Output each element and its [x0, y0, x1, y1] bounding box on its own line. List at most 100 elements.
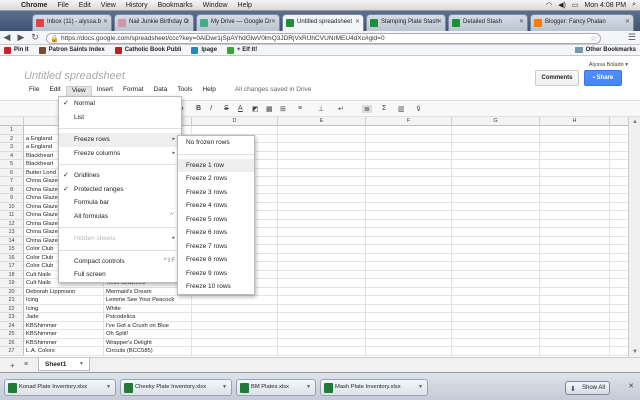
- table-cell[interactable]: [610, 126, 628, 135]
- table-cell[interactable]: [540, 270, 610, 279]
- table-cell[interactable]: [366, 262, 452, 271]
- download-item[interactable]: BM Plates.xlsx ▼: [236, 379, 316, 396]
- table-cell[interactable]: [366, 321, 452, 330]
- table-cell[interactable]: [452, 253, 540, 262]
- table-cell[interactable]: Wrapper's Delight: [104, 338, 192, 347]
- menubar-bookmarks[interactable]: Bookmarks: [153, 2, 198, 9]
- table-cell[interactable]: KBShimmer: [24, 321, 104, 330]
- browser-tab[interactable]: Inbox (11) - alyssa.b ✕: [32, 14, 112, 31]
- table-cell[interactable]: [452, 304, 540, 313]
- view-menu-item[interactable]: Freeze columns ▸: [59, 147, 181, 161]
- row-header[interactable]: 3: [0, 143, 24, 152]
- close-tab-icon[interactable]: ✕: [103, 18, 108, 25]
- row-header[interactable]: 2: [0, 134, 24, 143]
- table-cell[interactable]: [452, 160, 540, 169]
- chevron-down-icon[interactable]: ▼: [222, 384, 227, 390]
- table-cell[interactable]: [540, 304, 610, 313]
- column-header[interactable]: I: [610, 117, 628, 126]
- table-cell[interactable]: KBShimmer: [24, 330, 104, 339]
- table-cell[interactable]: [278, 296, 366, 305]
- freeze-rows-item[interactable]: Freeze 8 rows: [178, 253, 254, 267]
- table-cell[interactable]: [366, 126, 452, 135]
- freeze-rows-item[interactable]: Freeze 2 rows: [178, 172, 254, 186]
- table-cell[interactable]: [540, 253, 610, 262]
- table-cell[interactable]: [540, 185, 610, 194]
- table-cell[interactable]: [278, 194, 366, 203]
- table-cell[interactable]: [452, 219, 540, 228]
- table-cell[interactable]: [366, 245, 452, 254]
- table-cell[interactable]: [278, 202, 366, 211]
- table-cell[interactable]: [610, 177, 628, 186]
- align-menu-icon[interactable]: ≣: [362, 105, 372, 113]
- table-cell[interactable]: [192, 330, 278, 339]
- table-cell[interactable]: [610, 152, 628, 160]
- row-header[interactable]: 25: [0, 330, 24, 339]
- row-header[interactable]: 1: [0, 126, 24, 135]
- table-cell[interactable]: KBShimmer: [24, 338, 104, 347]
- table-cell[interactable]: [278, 228, 366, 237]
- table-cell[interactable]: [452, 211, 540, 220]
- table-cell[interactable]: [610, 186, 628, 194]
- table-cell[interactable]: [366, 160, 452, 169]
- volume-icon[interactable]: ◀): [558, 1, 566, 9]
- table-cell[interactable]: [540, 296, 610, 305]
- table-cell[interactable]: [452, 177, 540, 186]
- table-cell[interactable]: [278, 313, 366, 322]
- row-header[interactable]: 12: [0, 219, 24, 228]
- table-cell[interactable]: L.A. Colors: [24, 347, 104, 356]
- sheet-tab[interactable]: Sheet1 ▼: [38, 358, 90, 371]
- table-cell[interactable]: [540, 347, 610, 356]
- menu-view[interactable]: View: [65, 86, 92, 96]
- table-cell[interactable]: [610, 339, 628, 347]
- row-header[interactable]: 10: [0, 202, 24, 211]
- download-item[interactable]: Cheeky Plate Inventory.xlsx ▼: [120, 379, 232, 396]
- column-header[interactable]: H: [540, 117, 610, 126]
- table-cell[interactable]: [610, 305, 628, 313]
- table-cell[interactable]: [540, 177, 610, 186]
- table-cell[interactable]: [366, 134, 452, 143]
- table-cell[interactable]: [366, 347, 452, 356]
- row-header[interactable]: 19: [0, 279, 24, 288]
- table-cell[interactable]: [278, 270, 366, 279]
- bookmark-item[interactable]: Pin It: [0, 46, 35, 54]
- table-cell[interactable]: [278, 236, 366, 245]
- row-header[interactable]: 6: [0, 168, 24, 177]
- browser-tab[interactable]: My Drive — Google Dr ✕: [196, 14, 280, 31]
- table-cell[interactable]: [610, 228, 628, 237]
- table-cell[interactable]: [278, 347, 366, 356]
- bookmark-item[interactable]: Ipage: [187, 46, 223, 54]
- table-cell[interactable]: [540, 287, 610, 296]
- freeze-rows-item[interactable]: Freeze 5 rows: [178, 213, 254, 227]
- close-tab-icon[interactable]: ✕: [625, 18, 630, 25]
- table-cell[interactable]: [366, 168, 452, 177]
- table-cell[interactable]: [366, 313, 452, 322]
- strikethrough-icon[interactable]: S: [224, 105, 229, 112]
- account-name[interactable]: Alyssa Bolado ▾: [589, 62, 628, 68]
- chevron-down-icon[interactable]: ▼: [79, 361, 84, 367]
- table-cell[interactable]: [366, 177, 452, 186]
- table-cell[interactable]: [540, 194, 610, 203]
- table-cell[interactable]: [452, 347, 540, 356]
- view-menu-item[interactable]: Formula bar: [59, 196, 181, 210]
- italic-icon[interactable]: I: [210, 105, 212, 112]
- freeze-rows-item[interactable]: Freeze 4 rows: [178, 199, 254, 213]
- scroll-down-icon[interactable]: ▼: [632, 349, 638, 355]
- row-header[interactable]: 24: [0, 321, 24, 330]
- fill-color-icon[interactable]: ◩: [252, 105, 259, 113]
- row-header[interactable]: 22: [0, 304, 24, 313]
- table-cell[interactable]: [278, 219, 366, 228]
- table-cell[interactable]: [452, 338, 540, 347]
- table-cell[interactable]: [366, 330, 452, 339]
- other-bookmarks[interactable]: Other Bookmarks: [574, 47, 640, 53]
- table-cell[interactable]: [610, 203, 628, 211]
- close-tab-icon[interactable]: ✕: [437, 18, 442, 25]
- table-cell[interactable]: [192, 347, 278, 356]
- table-cell[interactable]: [540, 151, 610, 160]
- table-cell[interactable]: [610, 143, 628, 152]
- table-cell[interactable]: [540, 330, 610, 339]
- close-tab-icon[interactable]: ✕: [271, 18, 276, 25]
- table-cell[interactable]: [452, 313, 540, 322]
- table-cell[interactable]: [278, 168, 366, 177]
- reload-icon[interactable]: ↻: [28, 32, 42, 43]
- table-cell[interactable]: [540, 143, 610, 152]
